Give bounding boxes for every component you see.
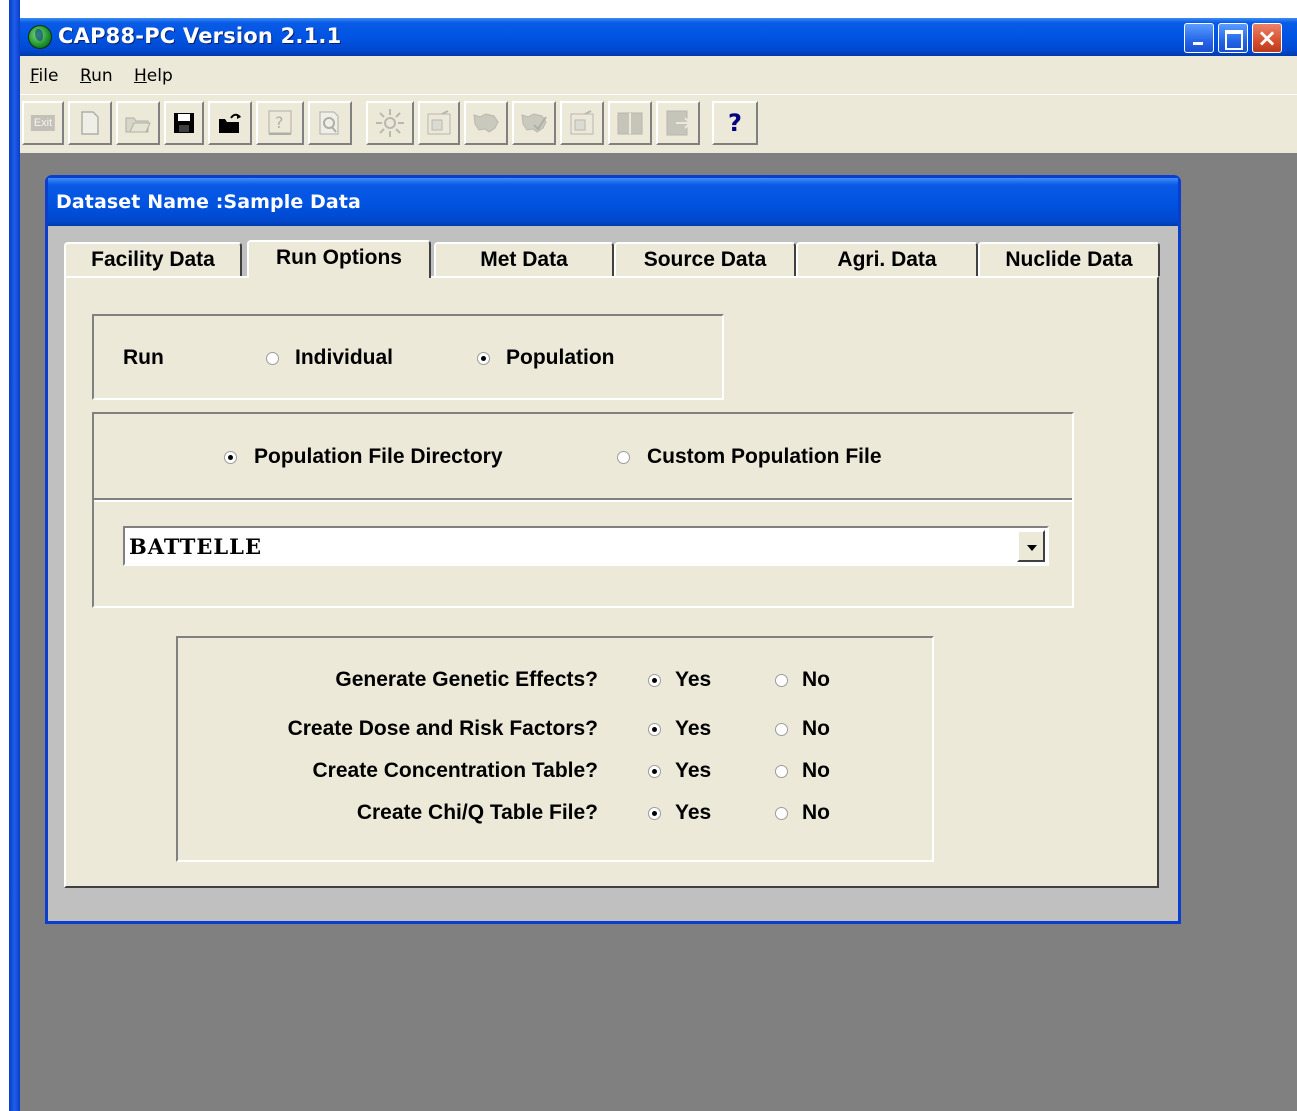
- map-icon: [473, 113, 499, 133]
- print-preview-button[interactable]: [308, 101, 352, 145]
- sun-icon: [376, 109, 404, 137]
- main-window: CAP88-PC Version 2.1.1 × File Run Help E…: [20, 18, 1297, 1111]
- divider: [94, 498, 1072, 502]
- chevron-down-icon[interactable]: [1017, 530, 1045, 562]
- map-check-icon: [521, 113, 547, 133]
- question-mark-icon: ?: [728, 109, 742, 137]
- data-form-button[interactable]: [418, 101, 460, 145]
- save-button[interactable]: [164, 101, 204, 145]
- maximize-button[interactable]: [1218, 23, 1248, 53]
- concentration-table-no-label[interactable]: No: [802, 759, 830, 783]
- tab-run-options[interactable]: Run Options: [247, 240, 431, 278]
- population-source-group: Population File Directory Custom Populat…: [92, 412, 1074, 608]
- dataset-title: Dataset Name :Sample Data: [56, 191, 361, 213]
- tab-nuclide-data[interactable]: Nuclide Data: [978, 242, 1160, 276]
- form-icon: [427, 110, 451, 135]
- form-icon: [570, 110, 594, 135]
- menu-bar: File Run Help: [20, 56, 1297, 94]
- window-title: CAP88-PC Version 2.1.1: [58, 24, 342, 48]
- dose-risk-factors-label: Create Dose and Risk Factors?: [287, 717, 598, 740]
- custom-population-file-label[interactable]: Custom Population File: [647, 445, 882, 469]
- genetic-effects-label: Generate Genetic Effects?: [335, 668, 598, 691]
- magnifier-document-icon: [319, 111, 339, 135]
- tab-met-data[interactable]: Met Data: [434, 242, 614, 276]
- toolbar: Exit ? ?: [20, 94, 1297, 153]
- help-document-icon: ?: [268, 110, 292, 135]
- help-file-button[interactable]: ?: [256, 101, 304, 145]
- tab-agri-data[interactable]: Agri. Data: [796, 242, 978, 276]
- genetic-effects-no-radio[interactable]: [775, 674, 788, 687]
- new-document-button[interactable]: [68, 101, 112, 145]
- open-folder-icon: [125, 117, 151, 133]
- chiq-table-file-no-label[interactable]: No: [802, 801, 830, 825]
- dose-risk-factors-yes-radio[interactable]: [648, 723, 661, 736]
- exit-button[interactable]: Exit: [22, 101, 64, 145]
- dose-risk-factors-no-label[interactable]: No: [802, 717, 830, 741]
- chiq-table-file-no-radio[interactable]: [775, 807, 788, 820]
- tab-facility-data[interactable]: Facility Data: [64, 242, 242, 276]
- chiq-table-file-yes-label[interactable]: Yes: [675, 801, 711, 825]
- menu-run[interactable]: Run: [80, 66, 113, 86]
- genetic-effects-no-label[interactable]: No: [802, 668, 830, 692]
- concentration-table-yes-radio[interactable]: [648, 765, 661, 778]
- new-document-icon: [81, 111, 99, 135]
- dataset-title-bar[interactable]: Dataset Name :Sample Data: [48, 178, 1178, 226]
- tab-source-data[interactable]: Source Data: [614, 242, 796, 276]
- run-group: Run Individual Population: [92, 314, 724, 400]
- run-sun-button[interactable]: [366, 101, 414, 145]
- map-2-button[interactable]: [512, 101, 556, 145]
- concentration-table-yes-label[interactable]: Yes: [675, 759, 711, 783]
- chiq-table-file-label: Create Chi/Q Table File?: [356, 801, 598, 824]
- population-directory-value: BATTELLE: [129, 534, 262, 559]
- dose-risk-factors-no-radio[interactable]: [775, 723, 788, 736]
- concentration-table-no-radio[interactable]: [775, 765, 788, 778]
- book-icon: [617, 112, 643, 135]
- open-file-button[interactable]: [208, 101, 252, 145]
- close-button[interactable]: ×: [1252, 23, 1282, 53]
- open-file-icon: [219, 113, 241, 133]
- population-label[interactable]: Population: [506, 346, 615, 370]
- run-label: Run: [123, 346, 164, 369]
- population-file-directory-radio[interactable]: [224, 451, 237, 464]
- exit-icon: Exit: [30, 115, 56, 131]
- population-directory-combobox[interactable]: BATTELLE: [123, 526, 1049, 566]
- menu-help[interactable]: Help: [134, 66, 173, 86]
- minimize-button[interactable]: [1184, 23, 1214, 53]
- custom-population-file-radio[interactable]: [617, 451, 630, 464]
- menu-file[interactable]: File: [30, 66, 58, 86]
- book-button[interactable]: [608, 101, 652, 145]
- individual-radio[interactable]: [266, 352, 279, 365]
- exit-door-button[interactable]: [656, 101, 700, 145]
- population-radio[interactable]: [477, 352, 490, 365]
- dose-risk-factors-yes-label[interactable]: Yes: [675, 717, 711, 741]
- genetic-effects-yes-label[interactable]: Yes: [675, 668, 711, 692]
- title-bar[interactable]: CAP88-PC Version 2.1.1 ×: [20, 18, 1297, 56]
- individual-label[interactable]: Individual: [295, 346, 393, 370]
- globe-icon: [28, 25, 52, 49]
- door-exit-icon: [666, 110, 692, 136]
- svg-text:?: ?: [275, 113, 284, 132]
- chiq-table-file-yes-radio[interactable]: [648, 807, 661, 820]
- dataset-window: Dataset Name :Sample Data Facility Data …: [45, 175, 1181, 924]
- close-icon: ×: [1256, 24, 1278, 52]
- left-edge: [0, 0, 20, 1111]
- data-form-2-button[interactable]: [560, 101, 604, 145]
- genetic-effects-yes-radio[interactable]: [648, 674, 661, 687]
- effects-group: Generate Genetic Effects? Yes No Create …: [176, 636, 934, 862]
- run-options-panel: Run Individual Population Population Fil…: [64, 276, 1159, 888]
- help-button[interactable]: ?: [712, 101, 758, 145]
- concentration-table-label: Create Concentration Table?: [312, 759, 599, 782]
- population-file-directory-label[interactable]: Population File Directory: [254, 445, 503, 469]
- save-icon: [174, 113, 194, 133]
- open-folder-button[interactable]: [116, 101, 160, 145]
- map-button[interactable]: [464, 101, 508, 145]
